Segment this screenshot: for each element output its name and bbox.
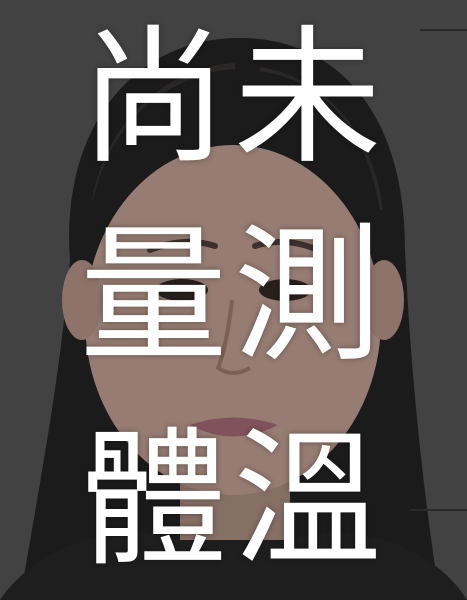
status-text-line-1: 尚未 [79, 12, 388, 184]
status-text-line-3: 體溫 [79, 414, 388, 586]
temperature-screen: 尚未 量測 體溫 [0, 0, 467, 600]
status-text-line-2: 量測 [79, 210, 388, 382]
